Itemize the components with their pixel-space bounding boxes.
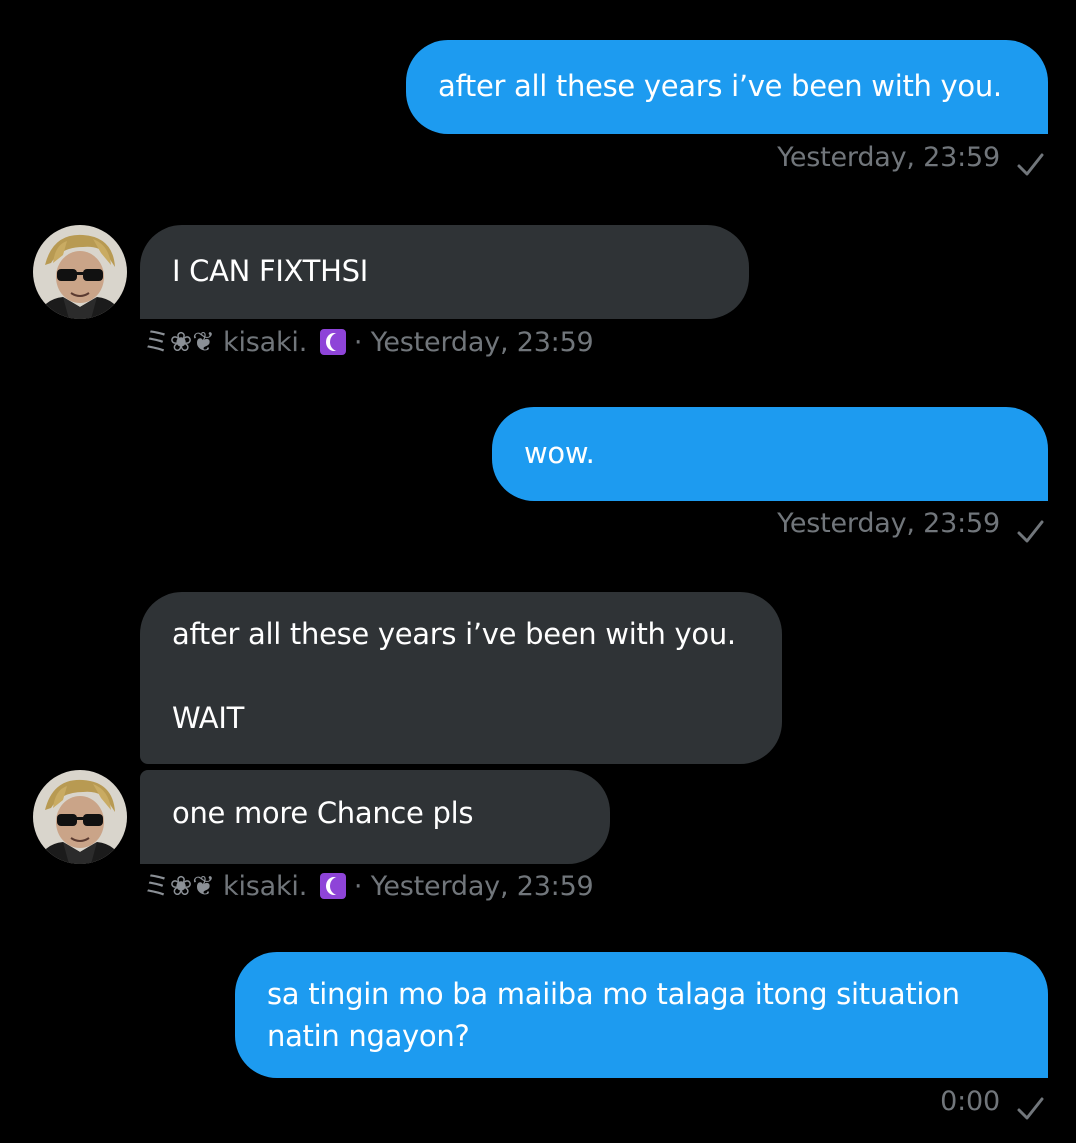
meta-separator: ·: [353, 871, 363, 902]
user-avatar-icon: [33, 225, 127, 319]
sender-meta: ミ❀❦ kisaki. · Yesterday, 23:59: [143, 871, 594, 903]
message-timestamp: Yesterday, 23:59: [370, 327, 594, 358]
sender-name[interactable]: kisaki.: [223, 327, 307, 358]
message-bubble-received[interactable]: after all these years i’ve been with you…: [140, 592, 782, 764]
avatar[interactable]: [33, 770, 127, 864]
avatar[interactable]: [33, 225, 127, 319]
sender-name[interactable]: kisaki.: [223, 871, 307, 902]
meta-separator: ·: [353, 327, 363, 358]
message-bubble-received[interactable]: one more Chance pls: [140, 770, 610, 864]
check-icon: [1017, 153, 1044, 176]
message-timestamp: 0:00: [940, 1086, 1000, 1117]
message-timestamp: Yesterday, 23:59: [777, 142, 1000, 173]
sender-name-decoration: ミ❀❦: [143, 327, 215, 358]
message-timestamp: Yesterday, 23:59: [777, 508, 1000, 539]
message-bubble-sent[interactable]: sa tingin mo ba maiiba mo talaga itong s…: [235, 952, 1048, 1078]
message-bubble-sent[interactable]: after all these years i’ve been with you…: [406, 40, 1048, 134]
user-avatar-icon: [33, 770, 127, 864]
check-icon: [1017, 1097, 1044, 1120]
message-timestamp: Yesterday, 23:59: [370, 871, 594, 902]
sender-name-decoration: ミ❀❦: [143, 871, 215, 902]
crescent-moon-icon: [319, 329, 346, 355]
message-bubble-received[interactable]: I CAN FIXTHSI: [140, 225, 749, 319]
sender-meta: ミ❀❦ kisaki. · Yesterday, 23:59: [143, 327, 594, 359]
message-bubble-sent[interactable]: wow.: [492, 407, 1048, 501]
check-icon: [1017, 520, 1044, 543]
crescent-moon-icon: [319, 873, 346, 899]
